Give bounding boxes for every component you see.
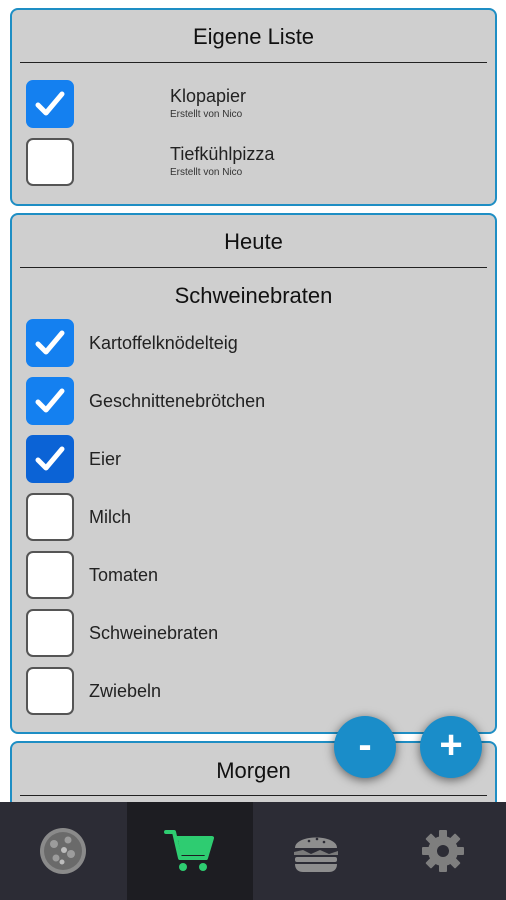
gear-icon bbox=[421, 830, 464, 872]
burger-icon bbox=[294, 837, 339, 872]
item-creator: Erstellt von Nico bbox=[170, 167, 243, 178]
own-list-title: Eigene Liste bbox=[192, 24, 315, 49]
nav-item-recipes[interactable] bbox=[0, 802, 127, 900]
checkbox-klopapier[interactable] bbox=[26, 80, 74, 128]
check-icon bbox=[35, 388, 65, 413]
nav-item-shopping-list[interactable] bbox=[126, 802, 253, 900]
check-icon bbox=[35, 91, 65, 116]
check-icon bbox=[35, 330, 65, 355]
item-label: Milch bbox=[89, 507, 132, 527]
own-list-card: Eigene Liste Klopapier Erstellt von Nico… bbox=[10, 8, 497, 206]
tomorrow-divider bbox=[20, 795, 487, 796]
nav-item-settings[interactable] bbox=[380, 802, 506, 900]
own-list-divider bbox=[20, 62, 487, 63]
add-button[interactable]: + bbox=[420, 716, 482, 778]
cart-icon bbox=[163, 830, 214, 871]
item-label: Geschnittenebrötchen bbox=[89, 391, 266, 411]
minus-label: - bbox=[358, 723, 372, 767]
nav-item-meals[interactable] bbox=[253, 802, 380, 900]
checkbox-zwiebeln[interactable] bbox=[26, 667, 74, 715]
today-card: Heute Schweinebraten Kartoffelknödelteig… bbox=[10, 213, 497, 734]
checkbox-schweinebraten[interactable] bbox=[26, 609, 74, 657]
bottom-nav bbox=[0, 802, 506, 900]
item-label: Tiefkühlpizza bbox=[170, 144, 275, 164]
checkbox-tomaten[interactable] bbox=[26, 551, 74, 599]
today-divider bbox=[20, 267, 487, 268]
checkbox-tiefkuehlpizza[interactable] bbox=[26, 138, 74, 186]
check-icon bbox=[35, 446, 65, 471]
today-title: Heute bbox=[224, 229, 283, 254]
checkbox-geschnittenebroetchen[interactable] bbox=[26, 377, 74, 425]
item-creator: Erstellt von Nico bbox=[170, 109, 243, 120]
recipe-title: Schweinebraten bbox=[174, 283, 333, 308]
item-label: Eier bbox=[89, 449, 122, 469]
checkbox-eier[interactable] bbox=[26, 435, 74, 483]
item-label: Tomaten bbox=[89, 565, 159, 585]
plus-label: + bbox=[439, 723, 463, 767]
checkbox-milch[interactable] bbox=[26, 493, 74, 541]
pizza-icon bbox=[40, 828, 87, 874]
item-label: Klopapier bbox=[170, 86, 247, 106]
item-label: Zwiebeln bbox=[89, 681, 162, 701]
remove-button[interactable]: - bbox=[334, 716, 396, 778]
checkbox-kartoffelknoedelteig[interactable] bbox=[26, 319, 74, 367]
item-label: Schweinebraten bbox=[89, 623, 219, 643]
item-label: Kartoffelknödelteig bbox=[89, 333, 238, 353]
